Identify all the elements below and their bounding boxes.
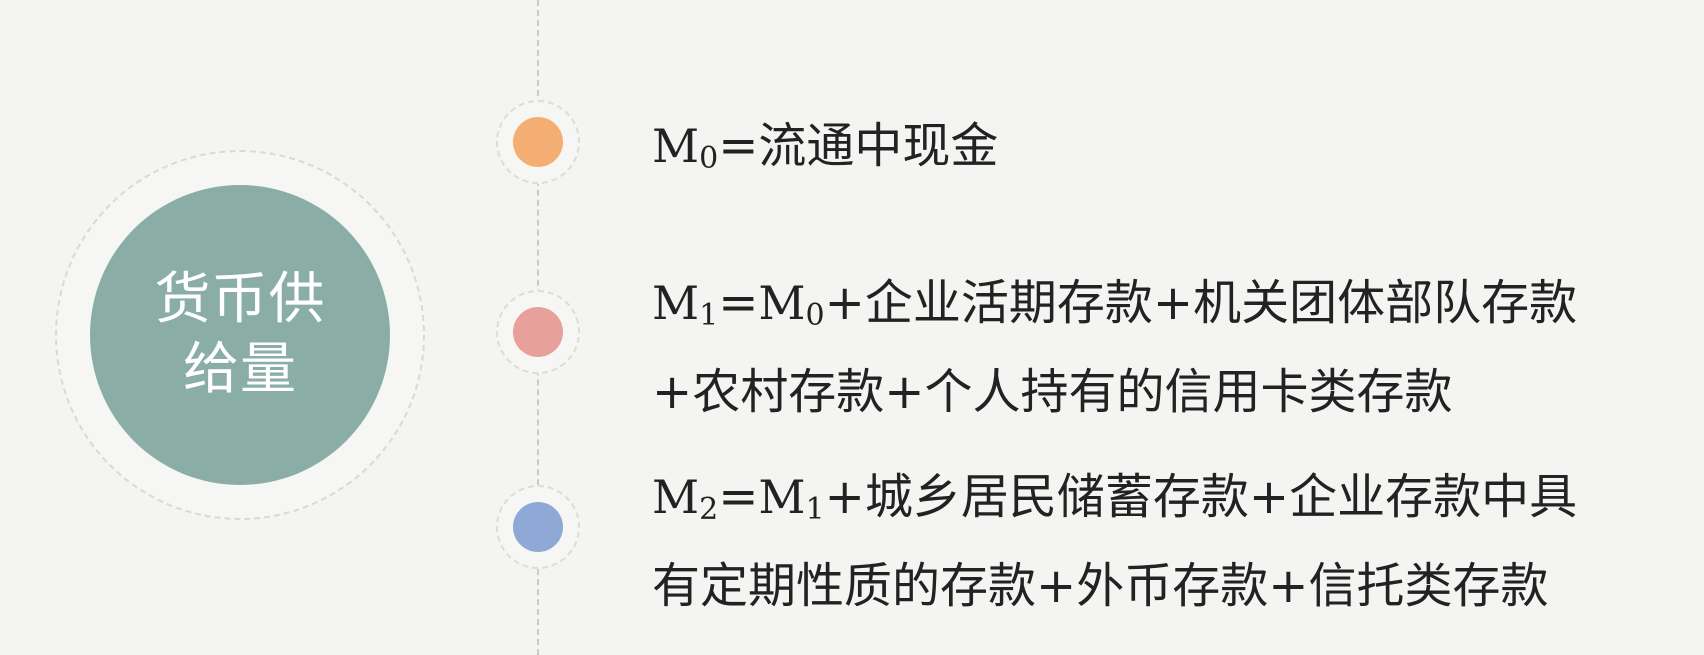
m2-ref-symbol: M1 bbox=[758, 470, 825, 527]
item-m2-line1: M2=M1+城乡居民储蓄存款+企业存款中具 bbox=[652, 456, 1692, 545]
item-m1: M1=M0+企业活期存款+机关团体部队存款 +农村存款+个人持有的信用卡类存款 bbox=[652, 262, 1692, 433]
node-m0 bbox=[496, 100, 580, 184]
node-m2 bbox=[496, 485, 580, 569]
m1-ref-symbol: M0 bbox=[758, 276, 825, 333]
node-m1 bbox=[496, 290, 580, 374]
center-hub: 货币供 给量 bbox=[90, 185, 390, 485]
item-m1-line1: M1=M0+企业活期存款+机关团体部队存款 bbox=[652, 262, 1692, 351]
m2-definition-line2: 有定期性质的存款+外币存款+信托类存款 bbox=[652, 558, 1549, 614]
hub-title: 货币供 给量 bbox=[145, 265, 335, 405]
m0-dot-icon bbox=[513, 117, 563, 167]
m2-equals: = bbox=[718, 469, 759, 525]
m1-definition-line1: +企业活期存款+机关团体部队存款 bbox=[824, 275, 1578, 331]
m1-symbol: M1 bbox=[652, 276, 719, 333]
m1-definition-line2: +农村存款+个人持有的信用卡类存款 bbox=[652, 364, 1453, 420]
m1-equals: = bbox=[718, 275, 759, 331]
m2-definition-line1: +城乡居民储蓄存款+企业存款中具 bbox=[824, 469, 1578, 525]
hub-title-line2: 给量 bbox=[183, 337, 297, 402]
m2-dot-icon bbox=[513, 502, 563, 552]
m0-symbol: M0 bbox=[652, 119, 719, 176]
item-m2: M2=M1+城乡居民储蓄存款+企业存款中具 有定期性质的存款+外币存款+信托类存… bbox=[652, 456, 1692, 627]
item-m0: M0=流通中现金 bbox=[652, 105, 1692, 194]
hub-title-line1: 货币供 bbox=[154, 267, 326, 332]
m2-symbol: M2 bbox=[652, 470, 719, 527]
m1-dot-icon bbox=[513, 307, 563, 357]
item-m0-line1: M0=流通中现金 bbox=[652, 105, 1692, 194]
m0-definition: =流通中现金 bbox=[718, 118, 999, 174]
